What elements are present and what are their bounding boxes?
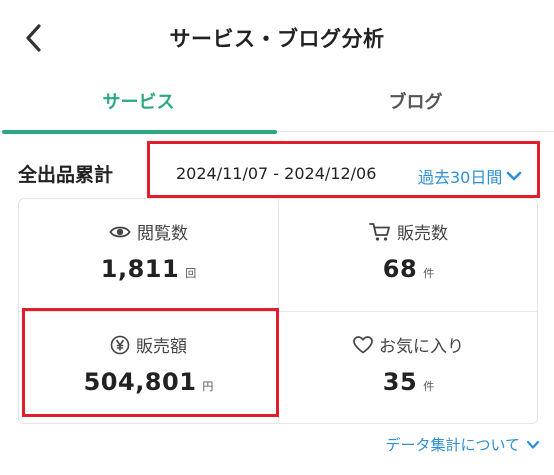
tab-service-label: サービス bbox=[102, 92, 175, 113]
stat-favorites-value: 35 bbox=[382, 368, 418, 396]
date-range: 2024/11/07 - 2024/12/06 bbox=[176, 164, 377, 183]
data-info-link-label: データ集計について bbox=[385, 436, 520, 454]
stat-favorites: お気に入り 35 件 bbox=[279, 312, 538, 424]
cart-icon bbox=[369, 222, 390, 241]
stat-sales-count-unit: 件 bbox=[423, 267, 435, 280]
stat-views: 閲覧数 1,811 回 bbox=[19, 199, 278, 311]
stat-sales-amount-value: 504,801 bbox=[83, 368, 197, 396]
tab-service[interactable]: サービス bbox=[0, 78, 277, 134]
tab-bar: サービス ブログ bbox=[0, 78, 554, 134]
stat-favorites-unit: 件 bbox=[423, 380, 435, 393]
tab-blog-label: ブログ bbox=[388, 92, 443, 113]
stat-sales-count-label: 販売数 bbox=[397, 224, 448, 244]
tab-blog[interactable]: ブログ bbox=[277, 78, 554, 132]
chevron-down-icon bbox=[526, 440, 540, 449]
stat-views-unit: 回 bbox=[185, 267, 197, 280]
heart-icon bbox=[353, 335, 373, 353]
data-info-link[interactable]: データ集計について bbox=[385, 434, 540, 455]
stats-card: 閲覧数 1,811 回 販売数 68 件 販売額 504,801 円 お気に入り… bbox=[18, 198, 538, 424]
page-title: サービス・ブログ分析 bbox=[169, 27, 385, 51]
yen-icon bbox=[110, 335, 130, 354]
period-selector[interactable]: 過去30日間 bbox=[418, 164, 522, 188]
stat-sales-amount-unit: 円 bbox=[202, 380, 214, 393]
stat-sales-count: 販売数 68 件 bbox=[279, 199, 538, 311]
stat-favorites-label: お気に入り bbox=[379, 337, 464, 357]
stat-sales-amount: 販売額 504,801 円 bbox=[19, 312, 278, 424]
active-tab-indicator bbox=[2, 130, 277, 134]
stat-sales-amount-label: 販売額 bbox=[136, 337, 187, 357]
stat-sales-count-value: 68 bbox=[382, 255, 418, 283]
stat-views-label: 閲覧数 bbox=[137, 224, 188, 244]
header: サービス・ブログ分析 bbox=[0, 0, 554, 78]
chevron-down-icon bbox=[507, 171, 522, 181]
eye-icon bbox=[109, 226, 131, 237]
period-label: 過去30日間 bbox=[418, 168, 503, 187]
stat-views-value: 1,811 bbox=[100, 255, 180, 283]
section-title: 全出品累計 bbox=[18, 164, 114, 186]
